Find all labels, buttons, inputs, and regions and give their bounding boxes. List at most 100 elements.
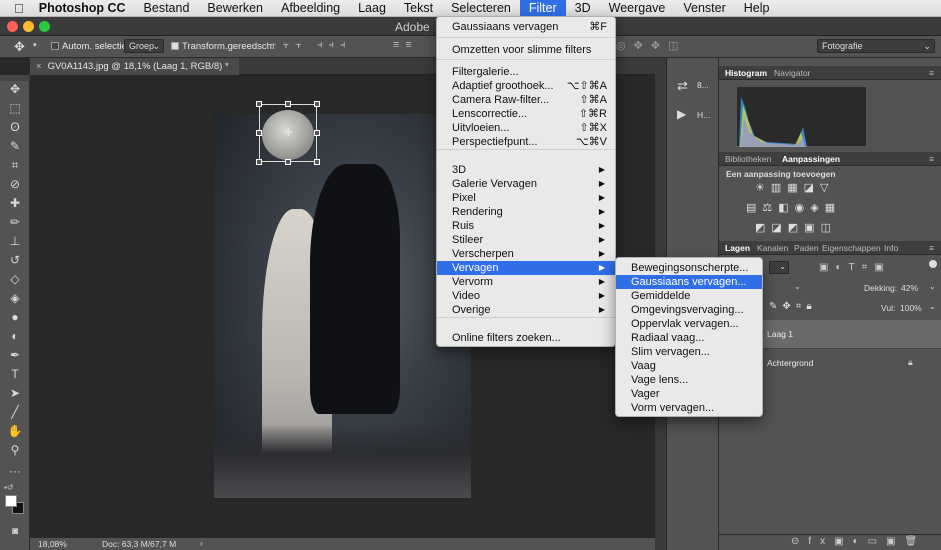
close-window-button[interactable] — [7, 21, 18, 32]
zoom-tool-icon[interactable]: ⚲ — [6, 443, 24, 458]
transform-handle-b[interactable] — [285, 159, 291, 165]
healing-brush-tool-icon[interactable]: ✚ — [6, 196, 24, 211]
align-icons[interactable]: ⫟⫟⫟ ⫞⫞⫞ — [270, 39, 352, 52]
filter-menu-item[interactable]: 3D ▶ — [437, 163, 615, 177]
transform-handle-t[interactable] — [285, 101, 291, 107]
history-brush-tool-icon[interactable]: ↺ — [6, 253, 24, 268]
foreground-color-swatch[interactable] — [5, 495, 17, 507]
hand-tool-icon[interactable]: ✋ — [6, 424, 24, 439]
blur-menu-item[interactable]: Gemiddelde — [616, 289, 762, 303]
clone-stamp-tool-icon[interactable]: ⊥ — [6, 234, 24, 249]
tab-libraries[interactable]: Bibliotheken — [725, 154, 771, 164]
opacity-value[interactable]: 42% — [901, 283, 918, 293]
layer-filter-dropdown[interactable]: ⌄ — [769, 261, 789, 274]
move-tool-icon[interactable]: ✥ — [6, 82, 24, 97]
default-colors-icon[interactable]: ▪↺ — [4, 483, 14, 492]
blur-menu-item[interactable]: Vager — [616, 387, 762, 401]
menu-weergave[interactable]: Weergave — [600, 0, 675, 17]
tab-paths[interactable]: Paden — [794, 243, 819, 253]
blur-menu-item[interactable]: Vage lens... — [616, 373, 762, 387]
blur-tool-icon[interactable]: ● — [6, 310, 24, 325]
menu-laag[interactable]: Laag — [349, 0, 395, 17]
move-tool-icon[interactable]: ✥ — [14, 39, 25, 55]
blur-menu-item[interactable]: Slim vervagen... — [616, 345, 762, 359]
close-tab-icon[interactable]: × — [36, 61, 42, 72]
blur-menu-item[interactable]: Oppervlak vervagen... — [616, 317, 762, 331]
3d-mode-icons[interactable]: ◎✥✥◫ — [616, 39, 686, 52]
menu-venster[interactable]: Venster — [674, 0, 734, 17]
minimize-window-button[interactable] — [23, 21, 34, 32]
filter-menu-item[interactable]: Filtergalerie... — [437, 65, 615, 79]
menu-bestand[interactable]: Bestand — [135, 0, 199, 17]
transform-handle-r[interactable] — [314, 130, 320, 136]
filter-menu-item[interactable]: Rendering ▶ — [437, 205, 615, 219]
filter-menu-item[interactable]: Perspectiefpunt... ⌥⌘V — [437, 135, 615, 149]
crop-tool-icon[interactable]: ⌗ — [6, 158, 24, 173]
adjustment-icons-row1[interactable]: ☀▥▦◪▽ — [755, 181, 835, 194]
transform-handle-l[interactable] — [256, 130, 262, 136]
filter-toggle[interactable] — [929, 260, 937, 268]
lock-icons[interactable]: ✎✥⌗🔒︎ — [769, 301, 817, 312]
tab-channels[interactable]: Kanalen — [757, 243, 788, 253]
filter-menu-item[interactable]: Omzetten voor slimme filters — [437, 43, 615, 57]
panel-menu-icon[interactable]: ≡ — [929, 68, 934, 78]
filter-menu-item[interactable]: Adaptief groothoek... ⌥⇧⌘A — [437, 79, 615, 93]
menu-help[interactable]: Help — [735, 0, 779, 17]
transform-handle-tl[interactable] — [256, 101, 262, 107]
menu-afbeelding[interactable]: Afbeelding — [272, 0, 349, 17]
type-tool-icon[interactable]: T — [6, 367, 24, 382]
tab-adjustments[interactable]: Aanpassingen — [782, 154, 840, 164]
lasso-tool-icon[interactable]: ʘ — [6, 120, 24, 135]
tab-navigator[interactable]: Navigator — [774, 68, 810, 78]
autoselect-dropdown[interactable]: Groep ⌄ — [124, 39, 164, 53]
menu-selecteren[interactable]: Selecteren — [442, 0, 520, 17]
line-tool-icon[interactable]: ╱ — [6, 405, 24, 420]
layer-name[interactable]: Achtergrond — [767, 358, 813, 368]
tab-histogram[interactable]: Histogram — [725, 68, 767, 78]
filter-menu-item[interactable]: Verscherpen ▶ — [437, 247, 615, 261]
menu-tekst[interactable]: Tekst — [395, 0, 442, 17]
tab-layers[interactable]: Lagen — [725, 243, 750, 253]
blur-menu-item[interactable]: Omgevingsvervaging... — [616, 303, 762, 317]
blur-menu-item[interactable]: Bewegingsonscherpte... — [616, 261, 762, 275]
menu-3d[interactable]: 3D — [566, 0, 600, 17]
blur-menu-item[interactable]: Radiaal vaag... — [616, 331, 762, 345]
adjustment-icons-row2[interactable]: ▤⚖◧◉◈▦ — [746, 201, 841, 214]
filter-menu-item[interactable]: Lenscorrectie... ⇧⌘R — [437, 107, 615, 121]
more-tools-icon[interactable]: ··· — [6, 464, 24, 479]
filter-menu-item[interactable]: Vervagen ▶ — [437, 261, 615, 275]
adjustment-icons-row3[interactable]: ◩◪◩▣◫ — [755, 221, 837, 234]
transform-checkbox[interactable] — [171, 41, 179, 52]
path-select-tool-icon[interactable]: ➤ — [6, 386, 24, 401]
filter-menu-item[interactable]: Galerie Vervagen ▶ — [437, 177, 615, 191]
eyedropper-tool-icon[interactable]: ⊘ — [6, 177, 24, 192]
toolbar-grip[interactable] — [0, 75, 30, 81]
menu-filter[interactable]: Filter — [519, 0, 566, 17]
menu-app[interactable]: Photoshop CC — [30, 0, 135, 17]
filter-menu-item[interactable]: Video ▶ — [437, 289, 615, 303]
filter-menu-item[interactable]: Camera Raw-filter... ⇧⌘A — [437, 93, 615, 107]
zoom-window-button[interactable] — [39, 21, 50, 32]
history-panel-icon[interactable]: ⇄ — [677, 78, 688, 94]
autoselect-checkbox[interactable] — [51, 41, 59, 52]
quick-mask-icon[interactable]: ◙ — [6, 524, 24, 539]
blur-menu-item[interactable]: Gaussiaans vervagen... — [616, 275, 762, 289]
layer-name[interactable]: Laag 1 — [767, 329, 793, 339]
panel-menu-icon[interactable]: ≡ — [929, 154, 934, 164]
dodge-tool-icon[interactable]: ◐ — [6, 329, 24, 344]
zoom-level[interactable]: 18,08% — [38, 539, 67, 549]
marquee-tool-icon[interactable]: ⬚ — [6, 101, 24, 116]
fill-chevron[interactable]: ⌄ — [929, 302, 936, 311]
filter-menu-item[interactable]: Ruis ▶ — [437, 219, 615, 233]
transform-center-icon[interactable]: ✛ — [284, 128, 292, 139]
blur-menu-item[interactable]: Vaag — [616, 359, 762, 373]
transform-handle-tr[interactable] — [314, 101, 320, 107]
filter-menu-item[interactable]: Overige ▶ — [437, 303, 615, 317]
tab-properties[interactable]: Eigenschappen — [822, 243, 881, 253]
brush-tool-icon[interactable]: ✏ — [6, 215, 24, 230]
filter-menu-item[interactable]: Uitvloeien... ⇧⌘X — [437, 121, 615, 135]
tab-info[interactable]: Info — [884, 243, 898, 253]
workspace-dropdown[interactable]: Fotografie ⌄ — [817, 39, 935, 53]
filter-menu-item[interactable]: Gaussiaans vervagen ⌘F — [437, 20, 615, 34]
layer-filter-icons[interactable]: ▣◐T⌗▣ — [819, 262, 891, 273]
